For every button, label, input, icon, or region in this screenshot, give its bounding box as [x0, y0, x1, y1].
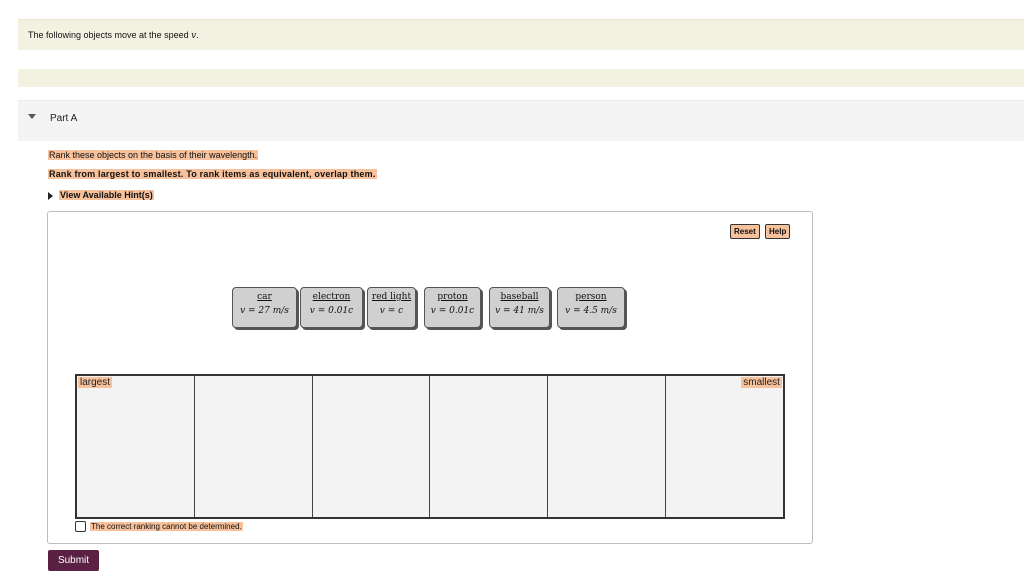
instruction-rank-order: Rank from largest to smallest. To rank i…: [48, 169, 377, 179]
instruction-line-2: Rank from largest to smallest. To rank i…: [48, 169, 377, 179]
intro-end: .: [196, 30, 199, 40]
rank-slot-4[interactable]: [430, 376, 549, 517]
part-a-header[interactable]: Part A: [18, 100, 1024, 141]
smallest-label: smallest: [741, 377, 782, 388]
tile-speed: v = 4.5 m/s: [565, 306, 617, 316]
tile-person[interactable]: person v = 4.5 m/s: [557, 287, 625, 328]
intro-text: The following objects move at the speed: [28, 30, 192, 40]
expand-triangle-icon[interactable]: [48, 191, 53, 200]
cannot-determine-option[interactable]: The correct ranking cannot be determined…: [75, 521, 243, 532]
largest-label: largest: [78, 377, 113, 388]
tile-speed: v = c: [379, 306, 404, 316]
cannot-determine-label[interactable]: The correct ranking cannot be determined…: [90, 521, 243, 531]
collapse-triangle-icon[interactable]: [28, 114, 36, 119]
view-hints-link[interactable]: View Available Hint(s): [59, 190, 154, 200]
tile-proton[interactable]: proton v = 0.01c: [424, 287, 481, 328]
part-a-label: Part A: [50, 113, 78, 124]
problem-intro-bar: The following objects move at the speed …: [18, 19, 1024, 50]
tile-baseball[interactable]: baseball v = 41 m/s: [489, 287, 550, 328]
tile-red-light[interactable]: red light v = c: [367, 287, 416, 328]
tile-speed: v = 0.01c: [430, 306, 475, 316]
ranking-drop-area: largest smallest: [75, 374, 785, 519]
tile-name: person: [575, 292, 607, 302]
tile-name: proton: [437, 292, 468, 302]
help-button[interactable]: Help: [765, 224, 791, 239]
reset-button[interactable]: Reset: [730, 224, 760, 239]
tile-name: red light: [371, 292, 412, 302]
blank-info-bar: [18, 69, 1024, 87]
instruction-line-1: Rank these objects on the basis of their…: [48, 150, 259, 160]
rank-slot-3[interactable]: [312, 376, 431, 517]
tile-name: car: [257, 292, 272, 302]
tile-speed: v = 41 m/s: [495, 306, 544, 316]
instruction-rank-basis: Rank these objects on the basis of their…: [48, 150, 259, 160]
cannot-determine-checkbox[interactable]: [75, 521, 86, 532]
tile-name: electron: [312, 292, 351, 302]
rank-slot-2[interactable]: [194, 376, 313, 517]
tile-car[interactable]: car v = 27 m/s: [232, 287, 297, 328]
tile-speed: v = 0.01c: [309, 306, 354, 316]
rank-slot-1[interactable]: largest: [77, 376, 195, 517]
problem-intro-text: The following objects move at the speed …: [28, 30, 199, 41]
tile-electron[interactable]: electron v = 0.01c: [300, 287, 363, 328]
submit-button[interactable]: Submit: [48, 550, 99, 571]
tile-name: baseball: [500, 292, 539, 302]
rank-slot-6[interactable]: smallest: [666, 376, 783, 517]
tile-speed: v = 27 m/s: [240, 306, 289, 316]
rank-slot-5[interactable]: [548, 376, 667, 517]
hint-toggle[interactable]: View Available Hint(s): [48, 190, 154, 200]
